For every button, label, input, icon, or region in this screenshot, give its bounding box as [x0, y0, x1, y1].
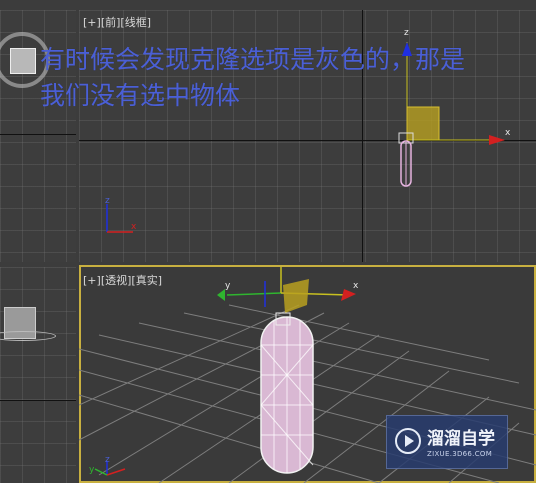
- watermark-title: 溜溜自学: [427, 429, 495, 449]
- gizmo-z-label: z: [404, 28, 409, 38]
- viewport-workspace: [+][前][线框] z x z x [+][透视][真实] x y z y 有…: [0, 0, 536, 483]
- viewport-bottom-left[interactable]: [0, 267, 76, 483]
- mini-z-label: z: [105, 196, 110, 206]
- mini-x-label: x: [131, 222, 137, 232]
- caption-line-2: 我们没有选中物体: [40, 81, 241, 110]
- viewport-shading-menu[interactable]: [真实]: [131, 274, 162, 287]
- viewport-plus-menu[interactable]: [+]: [83, 274, 101, 287]
- play-logo-icon: [395, 428, 421, 454]
- grid-axis-horizontal: [0, 400, 76, 401]
- gizmo-x-label: x: [505, 128, 511, 138]
- grid-axis-horizontal: [0, 134, 76, 135]
- watermark-url: ZIXUE.3D66.COM: [427, 450, 493, 458]
- grid: [0, 267, 76, 483]
- watermark: 溜溜自学 ZIXUE.3D66.COM: [386, 415, 508, 469]
- viewport-view-menu[interactable]: [透视]: [101, 274, 132, 287]
- gizmo-y-label: y: [225, 281, 231, 291]
- tutorial-caption: 有时候会发现克隆选项是灰色的，那是 我们没有选中物体: [40, 42, 535, 114]
- mini-z-label: z: [105, 455, 110, 465]
- gizmo-x-label: x: [353, 281, 359, 291]
- mini-y-label: y: [89, 465, 95, 475]
- caption-line-1: 有时候会发现克隆选项是灰色的，那是: [40, 45, 466, 74]
- viewport-label[interactable]: [+][透视][真实]: [83, 272, 162, 288]
